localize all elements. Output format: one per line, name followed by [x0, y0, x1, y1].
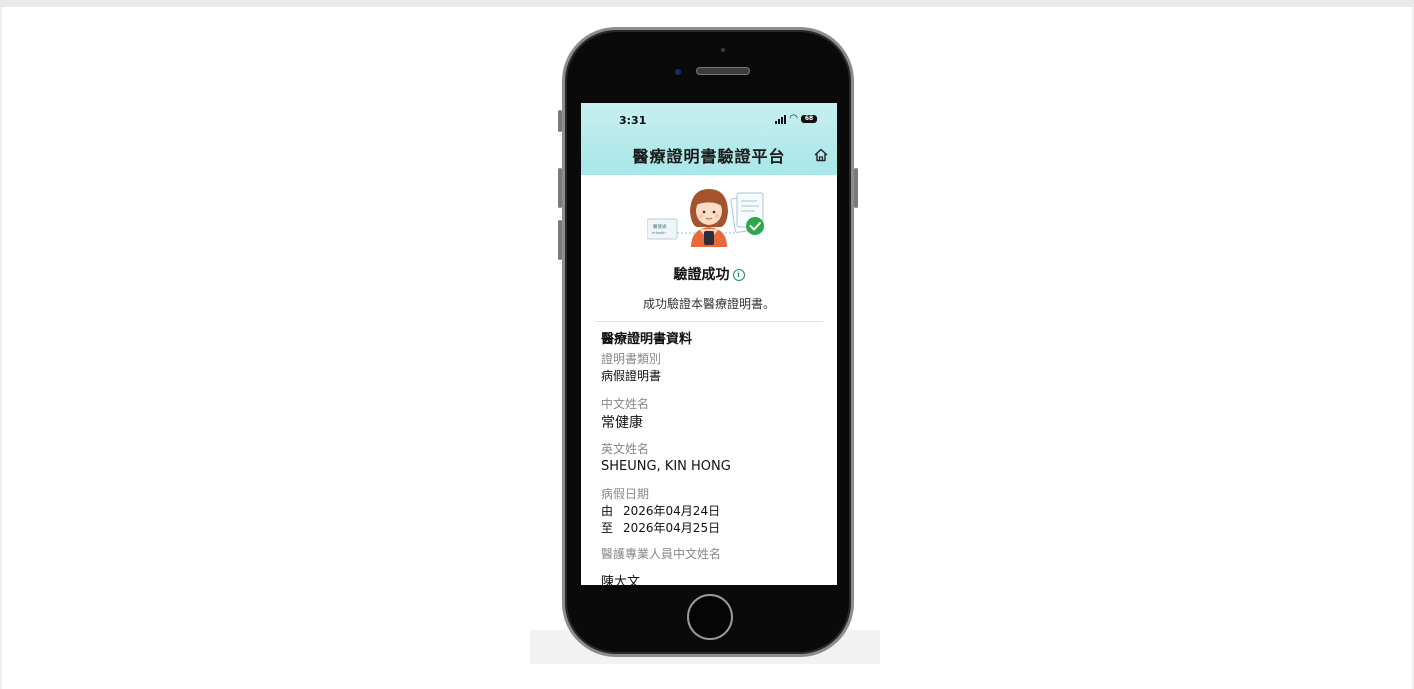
english-name-label: 英文姓名 [601, 442, 650, 456]
battery-icon: 68 [801, 115, 817, 123]
professional-name-value: 陳大文 [601, 575, 641, 585]
verification-status-title: 驗證成功 i [581, 264, 837, 284]
info-icon[interactable]: i [732, 269, 745, 281]
english-name-value: SHEUNG, KIN HONG [601, 459, 731, 474]
to-date: 2026年04月25日 [623, 521, 721, 535]
section-title: 醫療證明書資料 [601, 332, 693, 347]
proximity-sensor [721, 48, 725, 52]
sick-leave-from-row: 由 2026年04月24日 [601, 502, 720, 519]
home-button[interactable] [687, 594, 733, 640]
professional-name-label: 醫護專業人員中文姓名 [601, 547, 722, 561]
phone-frame: 3:31 ◠ 68 醫療證明書驗證平台 醫健通 eHealth 驗證成功 i 成… [558, 27, 858, 657]
chinese-name-label: 中文姓名 [601, 397, 650, 411]
cert-type-value: 病假證明書 [601, 369, 662, 383]
from-date: 2026年04月24日 [623, 504, 721, 518]
front-camera [675, 69, 681, 75]
phone-screen: 3:31 ◠ 68 醫療證明書驗證平台 醫健通 eHealth 驗證成功 i 成… [581, 103, 837, 585]
page-title: 醫療證明書驗證平台 [632, 147, 786, 166]
app-header: 3:31 ◠ 68 醫療證明書驗證平台 [581, 103, 837, 175]
verification-description: 成功驗證本醫療證明書。 [642, 297, 775, 311]
volume-up-button [558, 168, 562, 208]
divider [595, 321, 823, 322]
volume-down-button [558, 220, 562, 260]
mute-switch [558, 110, 562, 132]
cert-type-label: 證明書類別 [601, 352, 662, 366]
home-icon[interactable] [813, 147, 829, 163]
signal-icon [775, 114, 787, 124]
status-time: 3:31 [619, 114, 647, 127]
left-border [0, 7, 2, 689]
verification-status-text: 驗證成功 [673, 267, 730, 283]
chinese-name-value: 常健康 [601, 415, 643, 431]
status-icons: ◠ 68 [775, 113, 817, 125]
from-key: 由 [601, 504, 614, 518]
to-key: 至 [601, 521, 614, 535]
verification-illustration: 醫健通 eHealth [647, 189, 764, 247]
wifi-icon: ◠ [789, 113, 798, 124]
earpiece-speaker [696, 67, 750, 75]
card-text-2: eHealth [652, 231, 666, 235]
card-text-1: 醫健通 [653, 223, 667, 230]
sick-leave-label: 病假日期 [601, 487, 650, 501]
power-button [854, 168, 858, 208]
sick-leave-to-row: 至 2026年04月25日 [601, 519, 720, 536]
top-border [0, 0, 1414, 7]
